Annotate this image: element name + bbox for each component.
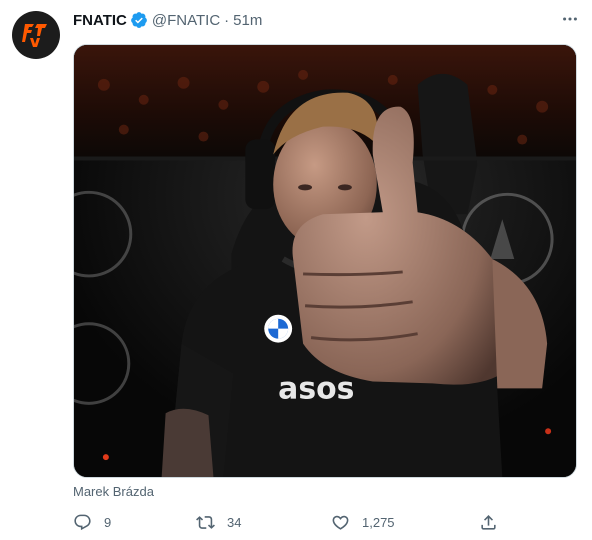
more-icon [563, 17, 577, 21]
retweet-button[interactable]: 34 [196, 510, 241, 534]
jersey-sponsor-text: asos [278, 371, 354, 406]
tweet-media-image[interactable]: asos [73, 44, 577, 478]
media-caption: Marek Brázda [73, 484, 154, 499]
player-photo: asos [74, 45, 576, 477]
more-button[interactable] [560, 9, 580, 29]
tweet[interactable]: FNATIC @FNATIC · 51m asos Marek Brázda 9… [0, 0, 592, 540]
fnatic-logo-icon [22, 24, 47, 47]
header-separator: · [224, 11, 230, 29]
like-icon [332, 515, 349, 530]
like-button[interactable]: 1,275 [331, 510, 395, 534]
verified-badge-icon [131, 12, 147, 28]
avatar[interactable] [12, 11, 60, 59]
reply-count: 9 [104, 514, 112, 530]
share-icon [481, 514, 496, 530]
reply-button[interactable]: 9 [73, 510, 111, 534]
share-button[interactable] [479, 510, 498, 534]
author-handle[interactable]: @FNATIC [152, 12, 220, 29]
retweet-icon [196, 515, 215, 529]
retweet-count: 34 [227, 514, 242, 530]
author-name[interactable]: FNATIC [73, 12, 127, 29]
like-count: 1,275 [362, 514, 395, 530]
timestamp[interactable]: 51m [233, 12, 262, 29]
reply-icon [74, 514, 91, 530]
tweet-header: FNATIC @FNATIC · 51m [73, 10, 262, 30]
tweet-actions: 9 34 1,275 [73, 510, 577, 534]
